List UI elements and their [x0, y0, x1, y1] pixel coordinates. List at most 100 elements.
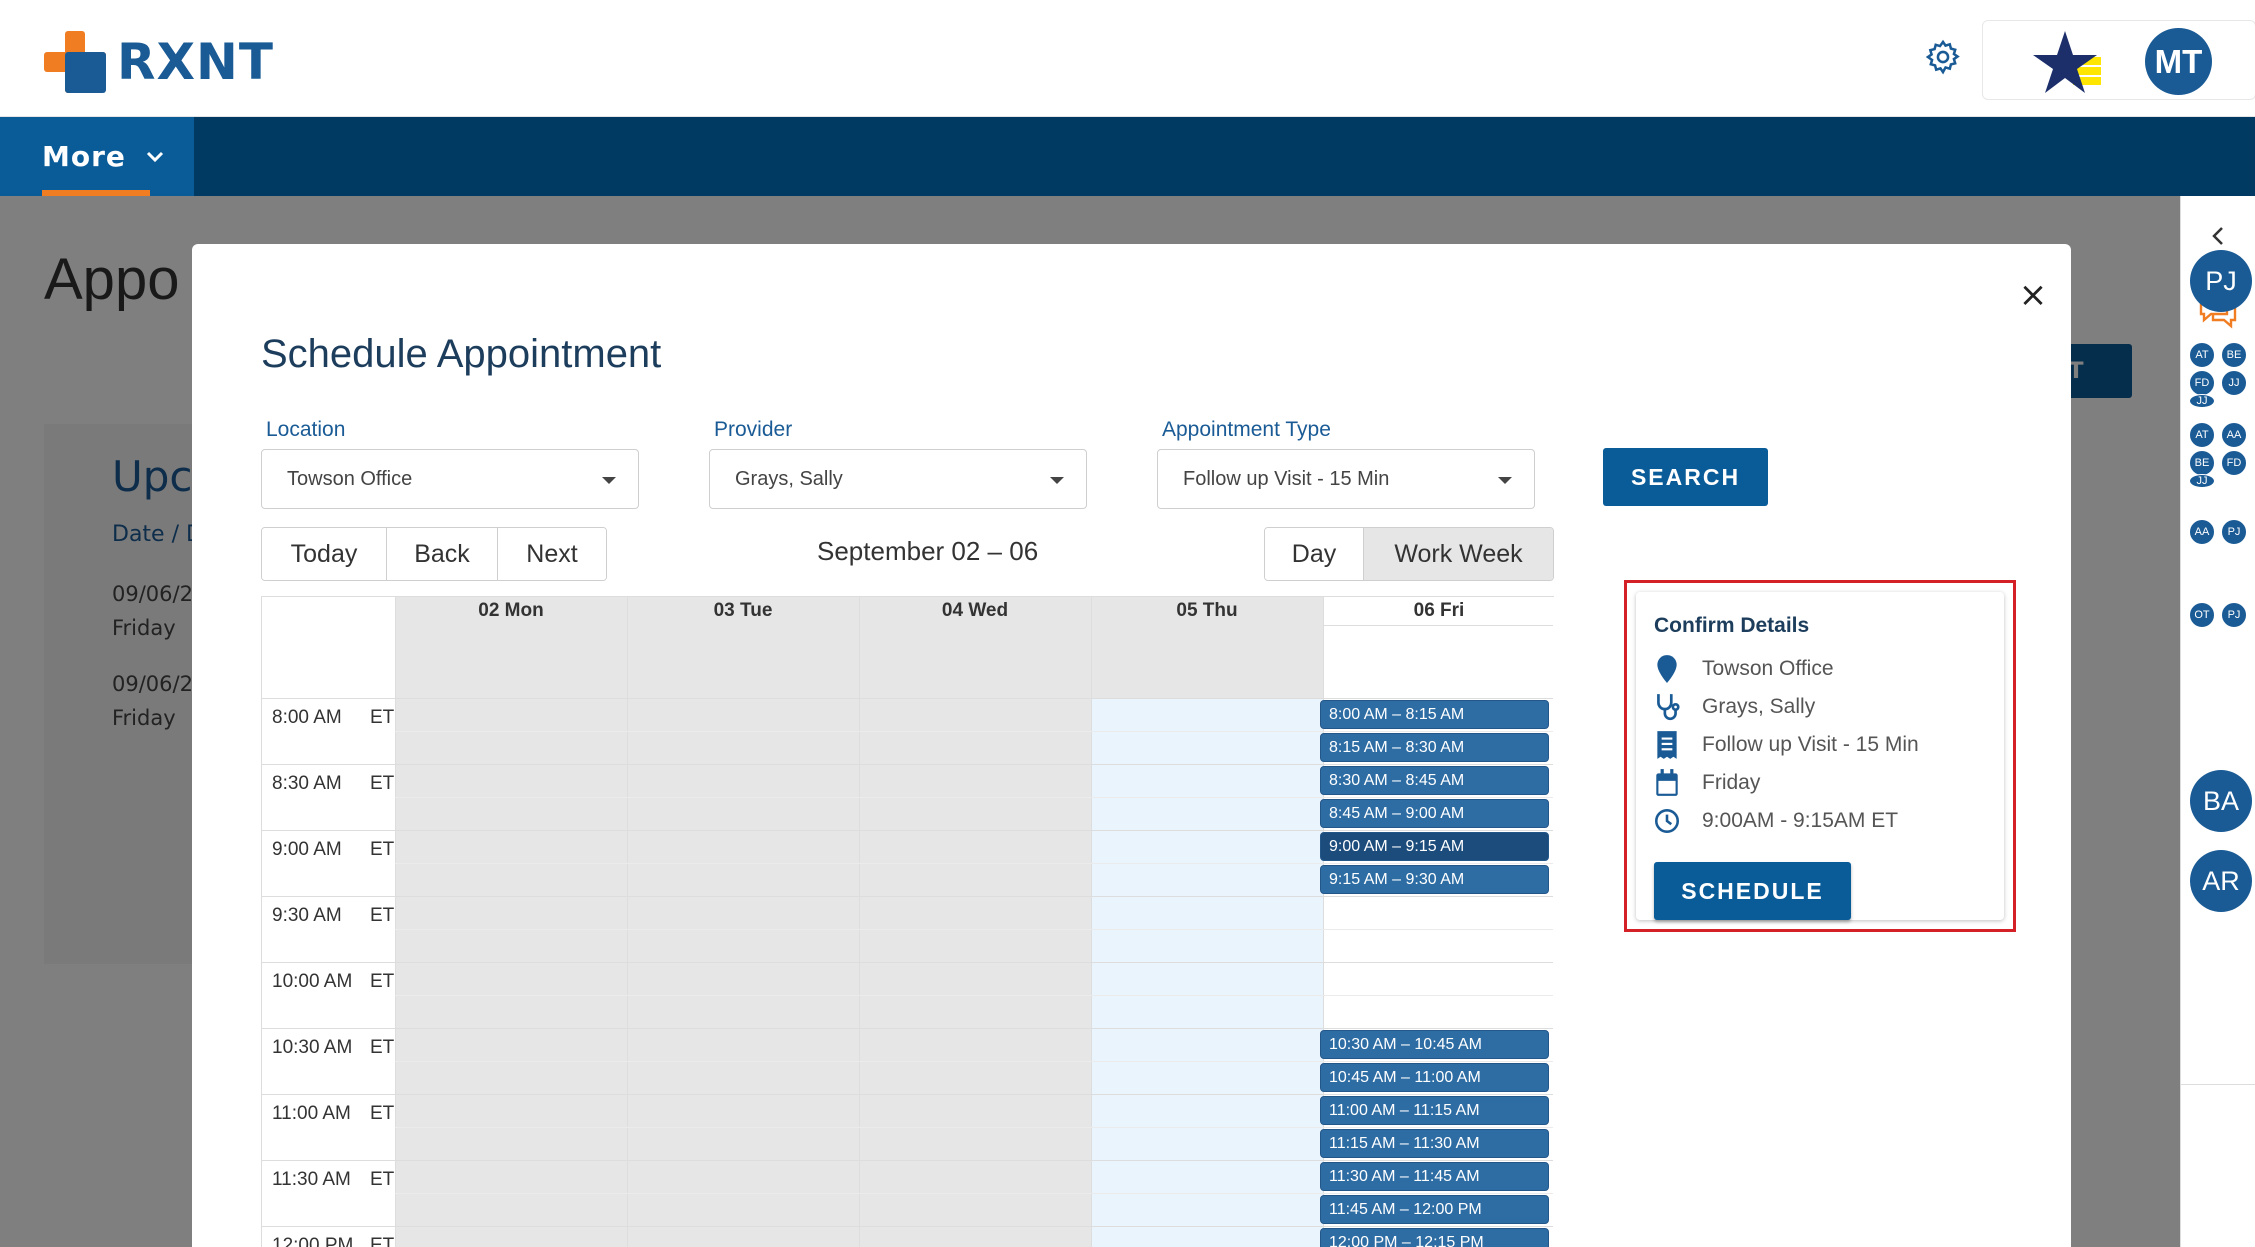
back-button[interactable]: Back: [387, 528, 498, 580]
right-sidebar: PJ AT BE FD JJ JJ AT AA BE FD JJ AA PJ O…: [2180, 196, 2255, 1247]
day-column-mon[interactable]: [395, 597, 627, 1247]
day-header: 05 Thu: [1176, 600, 1238, 621]
time-label: 8:30 AM: [272, 773, 342, 794]
chevron-left-icon[interactable]: [2207, 224, 2231, 248]
grid-line: [262, 962, 1553, 963]
map-pin-icon: [1657, 655, 1677, 683]
gear-icon[interactable]: [1924, 38, 1962, 76]
available-slot[interactable]: 8:15 AM – 8:30 AM: [1320, 733, 1549, 762]
group-avatar: JJ: [2221, 370, 2247, 396]
day-header: 06 Fri: [1413, 600, 1465, 621]
confirm-type: Follow up Visit - 15 Min: [1702, 733, 1919, 756]
user-avatar[interactable]: MT: [2145, 28, 2212, 95]
location-select[interactable]: Towson Office: [261, 449, 639, 509]
location-label: Location: [266, 418, 346, 441]
confirm-location-row: Towson Office: [1654, 654, 1834, 684]
time-label: 10:30 AM: [272, 1037, 353, 1058]
view-button-group: Day Work Week: [1264, 527, 1554, 581]
day-header: 02 Mon: [478, 600, 544, 621]
group-avatar: AT: [2189, 342, 2215, 368]
rxnt-logo[interactable]: RXNT: [44, 30, 274, 94]
day-view-button[interactable]: Day: [1265, 528, 1364, 580]
header-separator: [1323, 625, 1553, 626]
available-slot[interactable]: 9:15 AM – 9:30 AM: [1320, 865, 1549, 894]
confirm-details-card: Confirm Details Towson Office Grays, Sal…: [1636, 592, 2004, 920]
group-avatar: AA: [2221, 422, 2247, 448]
day-column-thu-available[interactable]: [1091, 699, 1323, 1247]
group-avatar: BE: [2189, 450, 2215, 476]
available-slot[interactable]: 11:45 AM – 12:00 PM: [1320, 1195, 1549, 1224]
day-header: 03 Tue: [713, 600, 773, 621]
appointment-type-select[interactable]: Follow up Visit - 15 Min: [1157, 449, 1535, 509]
day-column-wed[interactable]: [859, 597, 1091, 1247]
confirm-type-row: Follow up Visit - 15 Min: [1654, 730, 1919, 760]
grid-line: [395, 731, 1553, 732]
provider-select[interactable]: Grays, Sally: [709, 449, 1087, 509]
user-menu[interactable]: MT: [1982, 20, 2255, 100]
available-slot[interactable]: 8:00 AM – 8:15 AM: [1320, 700, 1549, 729]
sidebar-divider: [2181, 1084, 2255, 1085]
group-avatar: AT: [2189, 422, 2215, 448]
time-label: 9:00 AM: [272, 839, 342, 860]
caret-down-icon: [1050, 477, 1064, 484]
main-navbar: More: [0, 117, 2255, 196]
caret-down-icon: [602, 477, 616, 484]
today-button[interactable]: Today: [262, 528, 387, 580]
schedule-button[interactable]: SCHEDULE: [1654, 862, 1851, 920]
search-button[interactable]: SEARCH: [1603, 448, 1768, 506]
available-slot[interactable]: 10:30 AM – 10:45 AM: [1320, 1030, 1549, 1059]
grid-line: [262, 1160, 1553, 1161]
timezone-label: ET: [370, 1103, 395, 1124]
time-label: 9:30 AM: [272, 905, 342, 926]
selected-slot[interactable]: 9:00 AM – 9:15 AM: [1320, 832, 1549, 861]
available-slot[interactable]: 11:30 AM – 11:45 AM: [1320, 1162, 1549, 1191]
group-avatar: AA: [2189, 519, 2215, 545]
grid-line: [395, 797, 1553, 798]
next-button[interactable]: Next: [498, 528, 606, 580]
timezone-label: ET: [370, 773, 395, 794]
available-slot[interactable]: 12:00 PM – 12:15 PM: [1320, 1228, 1549, 1247]
confirm-provider: Grays, Sally: [1702, 695, 1816, 718]
sidebar-avatar[interactable]: AR: [2190, 850, 2252, 912]
appointment-type-label: Appointment Type: [1162, 418, 1331, 441]
available-slot[interactable]: 8:30 AM – 8:45 AM: [1320, 766, 1549, 795]
date-range-label: September 02 – 06: [817, 536, 1039, 566]
group-avatar: FD: [2189, 370, 2215, 396]
work-week-view-button[interactable]: Work Week: [1364, 528, 1553, 580]
timezone-label: ET: [370, 707, 395, 728]
group-avatar: OT: [2189, 602, 2215, 628]
group-avatar: BE: [2221, 342, 2247, 368]
time-label: 12:00 PM: [272, 1235, 354, 1247]
grid-line: [262, 1028, 1553, 1029]
provider-label: Provider: [714, 418, 793, 441]
confirm-provider-row: Grays, Sally: [1654, 692, 1815, 722]
available-slot[interactable]: 11:15 AM – 11:30 AM: [1320, 1129, 1549, 1158]
navigation-button-group: Today Back Next: [261, 527, 607, 581]
provider-value: Grays, Sally: [735, 467, 843, 490]
grid-line: [262, 830, 1553, 831]
grid-line: [395, 995, 1553, 996]
close-button[interactable]: ×: [2018, 275, 2048, 315]
grid-line: [395, 1061, 1553, 1062]
confirm-time-row: 9:00AM - 9:15AM ET: [1654, 806, 1898, 836]
grid-line: [395, 1127, 1553, 1128]
timezone-label: ET: [370, 905, 395, 926]
timezone-label: ET: [370, 1235, 395, 1247]
day-header: 04 Wed: [941, 600, 1009, 621]
available-slot[interactable]: 11:00 AM – 11:15 AM: [1320, 1096, 1549, 1125]
clock-icon: [1655, 809, 1679, 833]
group-avatar: JJ: [2189, 394, 2215, 408]
available-slot[interactable]: 8:45 AM – 9:00 AM: [1320, 799, 1549, 828]
more-menu-button[interactable]: More: [0, 117, 194, 196]
schedule-appointment-modal: × Schedule Appointment Location Towson O…: [192, 244, 2071, 1247]
confirm-location: Towson Office: [1702, 657, 1834, 680]
group-avatar: PJ: [2221, 519, 2247, 545]
logo-text: RXNT: [116, 33, 274, 91]
confirm-title: Confirm Details: [1654, 614, 1810, 637]
available-slot[interactable]: 10:45 AM – 11:00 AM: [1320, 1063, 1549, 1092]
day-column-tue[interactable]: [627, 597, 859, 1247]
sidebar-avatar[interactable]: BA: [2190, 770, 2252, 832]
sidebar-avatar[interactable]: PJ: [2190, 250, 2252, 312]
grid-line: [262, 764, 1553, 765]
location-value: Towson Office: [287, 467, 413, 490]
